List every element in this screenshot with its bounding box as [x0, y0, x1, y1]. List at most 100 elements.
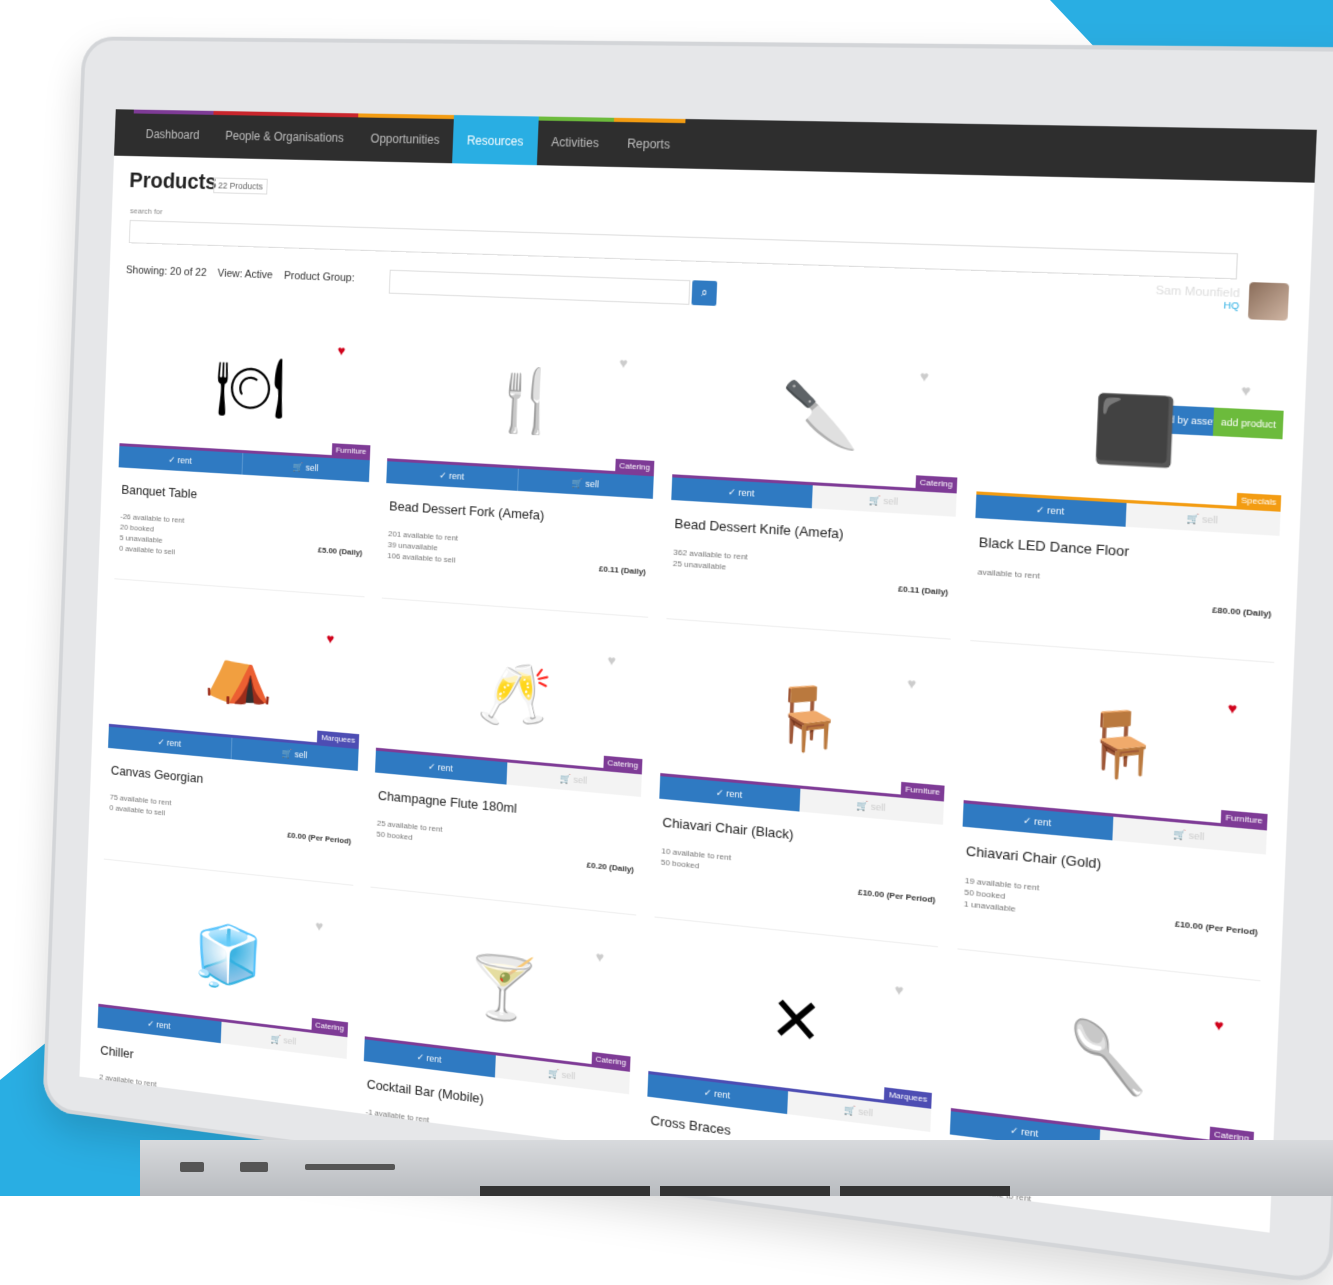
product-name[interactable]: Chiavari Chair (Black): [662, 814, 794, 842]
product-image[interactable]: ✕: [700, 944, 895, 1101]
product-price: £10.00 (Per Period): [1174, 919, 1259, 938]
product-card[interactable]: ⬛ ♥ Specials ✓ rent 🛒 sell Black LED Dance Fl…: [970, 353, 1287, 664]
product-card[interactable]: 🪑 ♥ Furniture ✓ rent 🛒 sell Chiavari Chair (G…: [957, 662, 1274, 982]
product-name[interactable]: Chiavari Chair (Gold): [966, 843, 1102, 872]
favourite-heart-icon[interactable]: ♥: [607, 652, 616, 669]
tab-reports[interactable]: Reports: [612, 117, 686, 169]
keyboard-edge: [660, 1186, 830, 1196]
tab-color-stripe: [453, 115, 539, 121]
product-name[interactable]: Canvas Georgian: [111, 763, 204, 786]
favourite-heart-icon[interactable]: ♥: [595, 948, 604, 965]
favourite-heart-icon[interactable]: ♥: [907, 675, 917, 693]
favourite-heart-icon[interactable]: ♥: [337, 342, 346, 358]
stock-info: -26 available to rent 20 booked 5 unavaila…: [119, 511, 185, 558]
favourite-heart-icon[interactable]: ♥: [619, 355, 628, 372]
laptop-screen: Dashboard People & Organisations Opportuni…: [42, 36, 1333, 1285]
product-name[interactable]: Bead Dessert Knife (Amefa): [674, 516, 844, 542]
view-dropdown[interactable]: View: Active: [217, 268, 272, 282]
product-name[interactable]: Bead Dessert Fork (Amefa): [389, 498, 545, 523]
keyboard-edge: [840, 1186, 1010, 1196]
product-name[interactable]: Black LED Dance Floor: [978, 534, 1129, 559]
favourite-heart-icon[interactable]: ♥: [1214, 1016, 1224, 1034]
product-card[interactable]: ⛺ ♥ Marquees ✓ rent 🛒 sell Canvas Georgian 75 …: [103, 598, 364, 886]
product-grid: 🍽 ♥ Furniture ✓ rent 🛒 sell Banquet Table -26 …: [93, 317, 1287, 1233]
product-image[interactable]: 🍽: [165, 319, 338, 455]
product-name[interactable]: Cross Braces: [650, 1112, 731, 1138]
product-card[interactable]: 🔪 ♥ Catering ✓ rent 🛒 sell Bead Dessert Knife…: [666, 340, 963, 640]
product-image[interactable]: 🍸: [413, 913, 596, 1064]
product-name[interactable]: Chiller: [100, 1043, 134, 1062]
nav-tabs: Dashboard People & Organisations Opportuni…: [132, 109, 686, 169]
category-tag: Catering: [614, 458, 655, 475]
product-image[interactable]: 🧊: [144, 884, 316, 1030]
keyboard-edge: [480, 1186, 650, 1196]
favourite-heart-icon[interactable]: ♥: [315, 917, 323, 934]
stock-info: 75 available to rent 0 available to sell: [109, 792, 171, 819]
tab-color-stripe: [357, 113, 455, 120]
stock-info: 362 available to rent 25 unavailable: [673, 546, 748, 574]
category-tag: Furniture: [331, 443, 371, 459]
product-image[interactable]: 🪑: [712, 643, 908, 794]
product-image[interactable]: 🔪: [724, 343, 920, 488]
filter-input[interactable]: [388, 269, 691, 305]
favourite-heart-icon[interactable]: ♥: [919, 368, 929, 385]
stock-info: 19 available to rent 50 booked 1 unavailab…: [964, 875, 1040, 917]
product-image[interactable]: 🍴: [436, 331, 620, 471]
product-price: £0.00 (Per Period): [287, 830, 352, 846]
tab-dashboard[interactable]: Dashboard: [132, 109, 214, 158]
product-price: £0.11 (Daily): [598, 564, 647, 577]
category-tag: Specials: [1236, 492, 1282, 510]
stock-info: 25 available to rent 50 booked: [376, 818, 442, 846]
hdmi-port-icon: [240, 1162, 268, 1172]
tab-activities[interactable]: Activities: [536, 116, 614, 166]
product-image[interactable]: ⛺: [154, 602, 326, 743]
product-name[interactable]: Cocktail Bar (Mobile): [366, 1076, 484, 1106]
tab-label: Dashboard: [145, 127, 200, 142]
product-card[interactable]: 🪑 ♥ Furniture ✓ rent 🛒 sell Chiavari Chair (B…: [654, 639, 950, 948]
tab-color-stripe: [538, 116, 614, 122]
product-card[interactable]: 🍽 ♥ Furniture ✓ rent 🛒 sell Banquet Table -26 …: [114, 317, 375, 598]
product-image[interactable]: ⬛: [1032, 355, 1242, 505]
product-price: £0.11 (Daily): [897, 584, 949, 597]
showing-dropdown[interactable]: Showing: 20 of 22: [126, 264, 207, 279]
search-label: search for: [129, 206, 163, 217]
product-price: £80.00 (Daily): [1212, 605, 1272, 619]
product-image[interactable]: 🪑: [1019, 666, 1228, 823]
product-name[interactable]: Banquet Table: [121, 482, 197, 501]
favourite-heart-icon[interactable]: ♥: [326, 630, 335, 646]
tab-color-stripe: [613, 117, 686, 124]
product-price: £5.00 (Daily): [317, 545, 363, 558]
stock-line: available to rent: [977, 567, 1041, 581]
stock-info: 201 available to rent 39 unavailable 106 a…: [387, 528, 458, 566]
product-count-badge: 22 Products: [213, 177, 268, 195]
tab-resources[interactable]: Resources: [452, 115, 539, 166]
product-image[interactable]: 🥂: [424, 622, 607, 768]
product-card[interactable]: 🍴 ♥ Catering ✓ rent 🛒 sell Bead Dessert Fork …: [381, 328, 660, 618]
product-name[interactable]: Champagne Flute 180ml: [378, 788, 517, 816]
laptop: Dashboard People & Organisations Opportuni…: [0, 0, 1333, 1285]
user-info[interactable]: Sam Mounfield HQ: [1155, 284, 1240, 311]
tab-people-organisations[interactable]: People & Organisations: [212, 110, 359, 161]
card-slot-icon: [305, 1164, 395, 1170]
tab-color-stripe: [133, 109, 214, 115]
user-location: HQ: [1223, 299, 1240, 312]
app-display: Dashboard People & Organisations Opportuni…: [79, 109, 1317, 1233]
avatar[interactable]: [1247, 282, 1290, 321]
tab-label: Resources: [466, 133, 524, 149]
tab-label: Opportunities: [370, 131, 440, 147]
search-icon: ⌕: [700, 286, 708, 300]
tab-opportunities[interactable]: Opportunities: [356, 113, 455, 163]
favourite-heart-icon[interactable]: ♥: [894, 981, 904, 999]
filter-bar: Showing: 20 of 22 View: Active Product G…: [126, 264, 355, 284]
product-price: £0.20 (Daily): [586, 860, 635, 875]
product-group-dropdown[interactable]: Product Group:: [284, 270, 355, 284]
product-card[interactable]: 🥂 ♥ Catering ✓ rent 🛒 sell Champagne Flute 18…: [370, 618, 648, 916]
favourite-heart-icon[interactable]: ♥: [1241, 381, 1251, 399]
tab-label: Activities: [550, 135, 600, 151]
category-tag: Catering: [915, 475, 958, 492]
page-title: Products: [128, 167, 218, 195]
product-image[interactable]: 🥄: [1006, 976, 1215, 1139]
search-button[interactable]: ⌕: [691, 280, 718, 306]
favourite-heart-icon[interactable]: ♥: [1227, 699, 1237, 717]
product-price: £10.00 (Per Period): [857, 887, 936, 905]
